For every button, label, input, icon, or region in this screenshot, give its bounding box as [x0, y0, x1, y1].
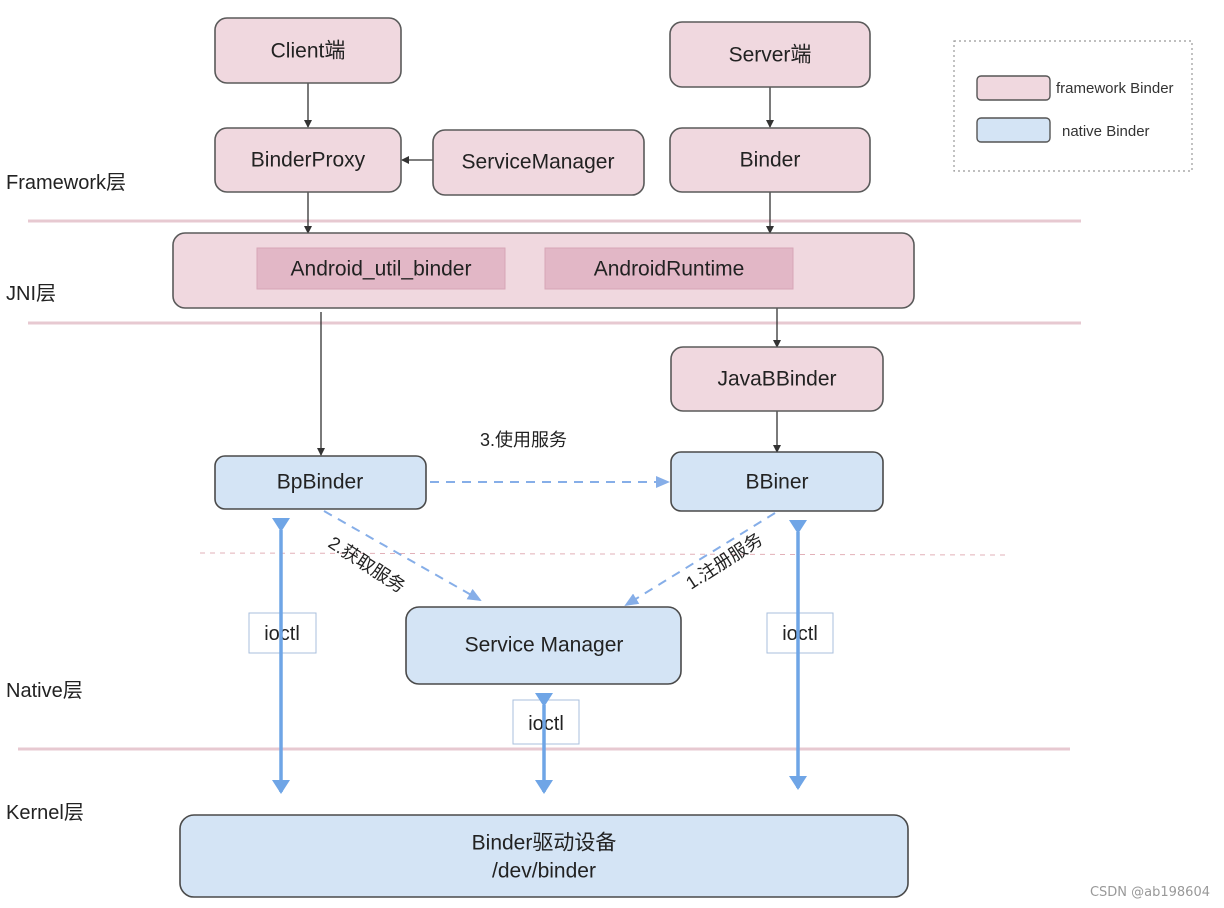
node-binder-label: Binder: [740, 149, 801, 172]
arrow-register-service: [624, 512, 776, 607]
edge-label-use-service: 3.使用服务: [480, 430, 567, 450]
layer-label-framework: Framework层: [6, 172, 126, 194]
node-servicemanager-native-label: Service Manager: [465, 634, 624, 657]
node-servicemanager-native: Service Manager: [405, 606, 682, 685]
node-bpbinder-label: BpBinder: [277, 471, 363, 494]
edge-label-register-service: 1.注册服务: [682, 529, 766, 593]
node-binder-driver: Binder驱动设备 /dev/binder: [179, 814, 909, 898]
legend-swatch-native: [976, 117, 1051, 143]
node-android-util-binder: Android_util_binder: [256, 247, 506, 290]
legend-label-framework: framework Binder: [1056, 80, 1174, 97]
legend-frame: [953, 40, 1193, 172]
node-android-runtime: AndroidRuntime: [544, 247, 794, 290]
ioctl-label-right: ioctl: [766, 612, 834, 654]
node-android-runtime-label: AndroidRuntime: [594, 258, 745, 281]
edge-label-get-service: 2.获取服务: [325, 533, 409, 597]
node-binder: Binder: [669, 127, 871, 193]
layer-label-kernel: Kernel层: [6, 802, 84, 824]
node-binder-driver-path: /dev/binder: [492, 860, 596, 883]
legend: framework Binder native Binder: [953, 40, 1193, 172]
node-javabbinder-label: JavaBBinder: [717, 368, 836, 391]
node-client: Client端: [214, 17, 402, 84]
node-server-label: Server端: [729, 44, 812, 67]
node-bpbinder: BpBinder: [214, 455, 427, 510]
node-android-util-binder-label: Android_util_binder: [291, 258, 472, 281]
watermark: CSDN @ab198604: [1089, 885, 1210, 900]
legend-label-native: native Binder: [1062, 123, 1150, 140]
node-binderproxy: BinderProxy: [214, 127, 402, 193]
layer-label-jni: JNI层: [6, 283, 56, 305]
ioctl-center-text: ioctl: [528, 713, 564, 735]
legend-item-native: native Binder: [976, 117, 1150, 143]
node-javabbinder: JavaBBinder: [670, 346, 884, 412]
layer-label-native: Native层: [6, 680, 83, 702]
node-binderproxy-label: BinderProxy: [251, 149, 366, 172]
node-client-label: Client端: [271, 40, 346, 63]
legend-swatch-framework: [976, 75, 1051, 101]
node-servicemanager-framework: ServiceManager: [432, 129, 645, 196]
ioctl-right-text: ioctl: [782, 623, 818, 645]
node-bbiner-label: BBiner: [745, 471, 808, 494]
binder-architecture-diagram: Framework层 JNI层 Native层 Kernel层 Client端 …: [6, 17, 1193, 898]
node-servicemanager-framework-label: ServiceManager: [462, 151, 615, 174]
ioctl-label-center: ioctl: [512, 699, 580, 745]
legend-item-framework: framework Binder: [976, 75, 1174, 101]
node-bbiner: BBiner: [670, 451, 884, 512]
separator-native-dashed: [199, 552, 1006, 556]
node-server: Server端: [669, 21, 871, 88]
node-binder-driver-title: Binder驱动设备: [472, 832, 617, 855]
